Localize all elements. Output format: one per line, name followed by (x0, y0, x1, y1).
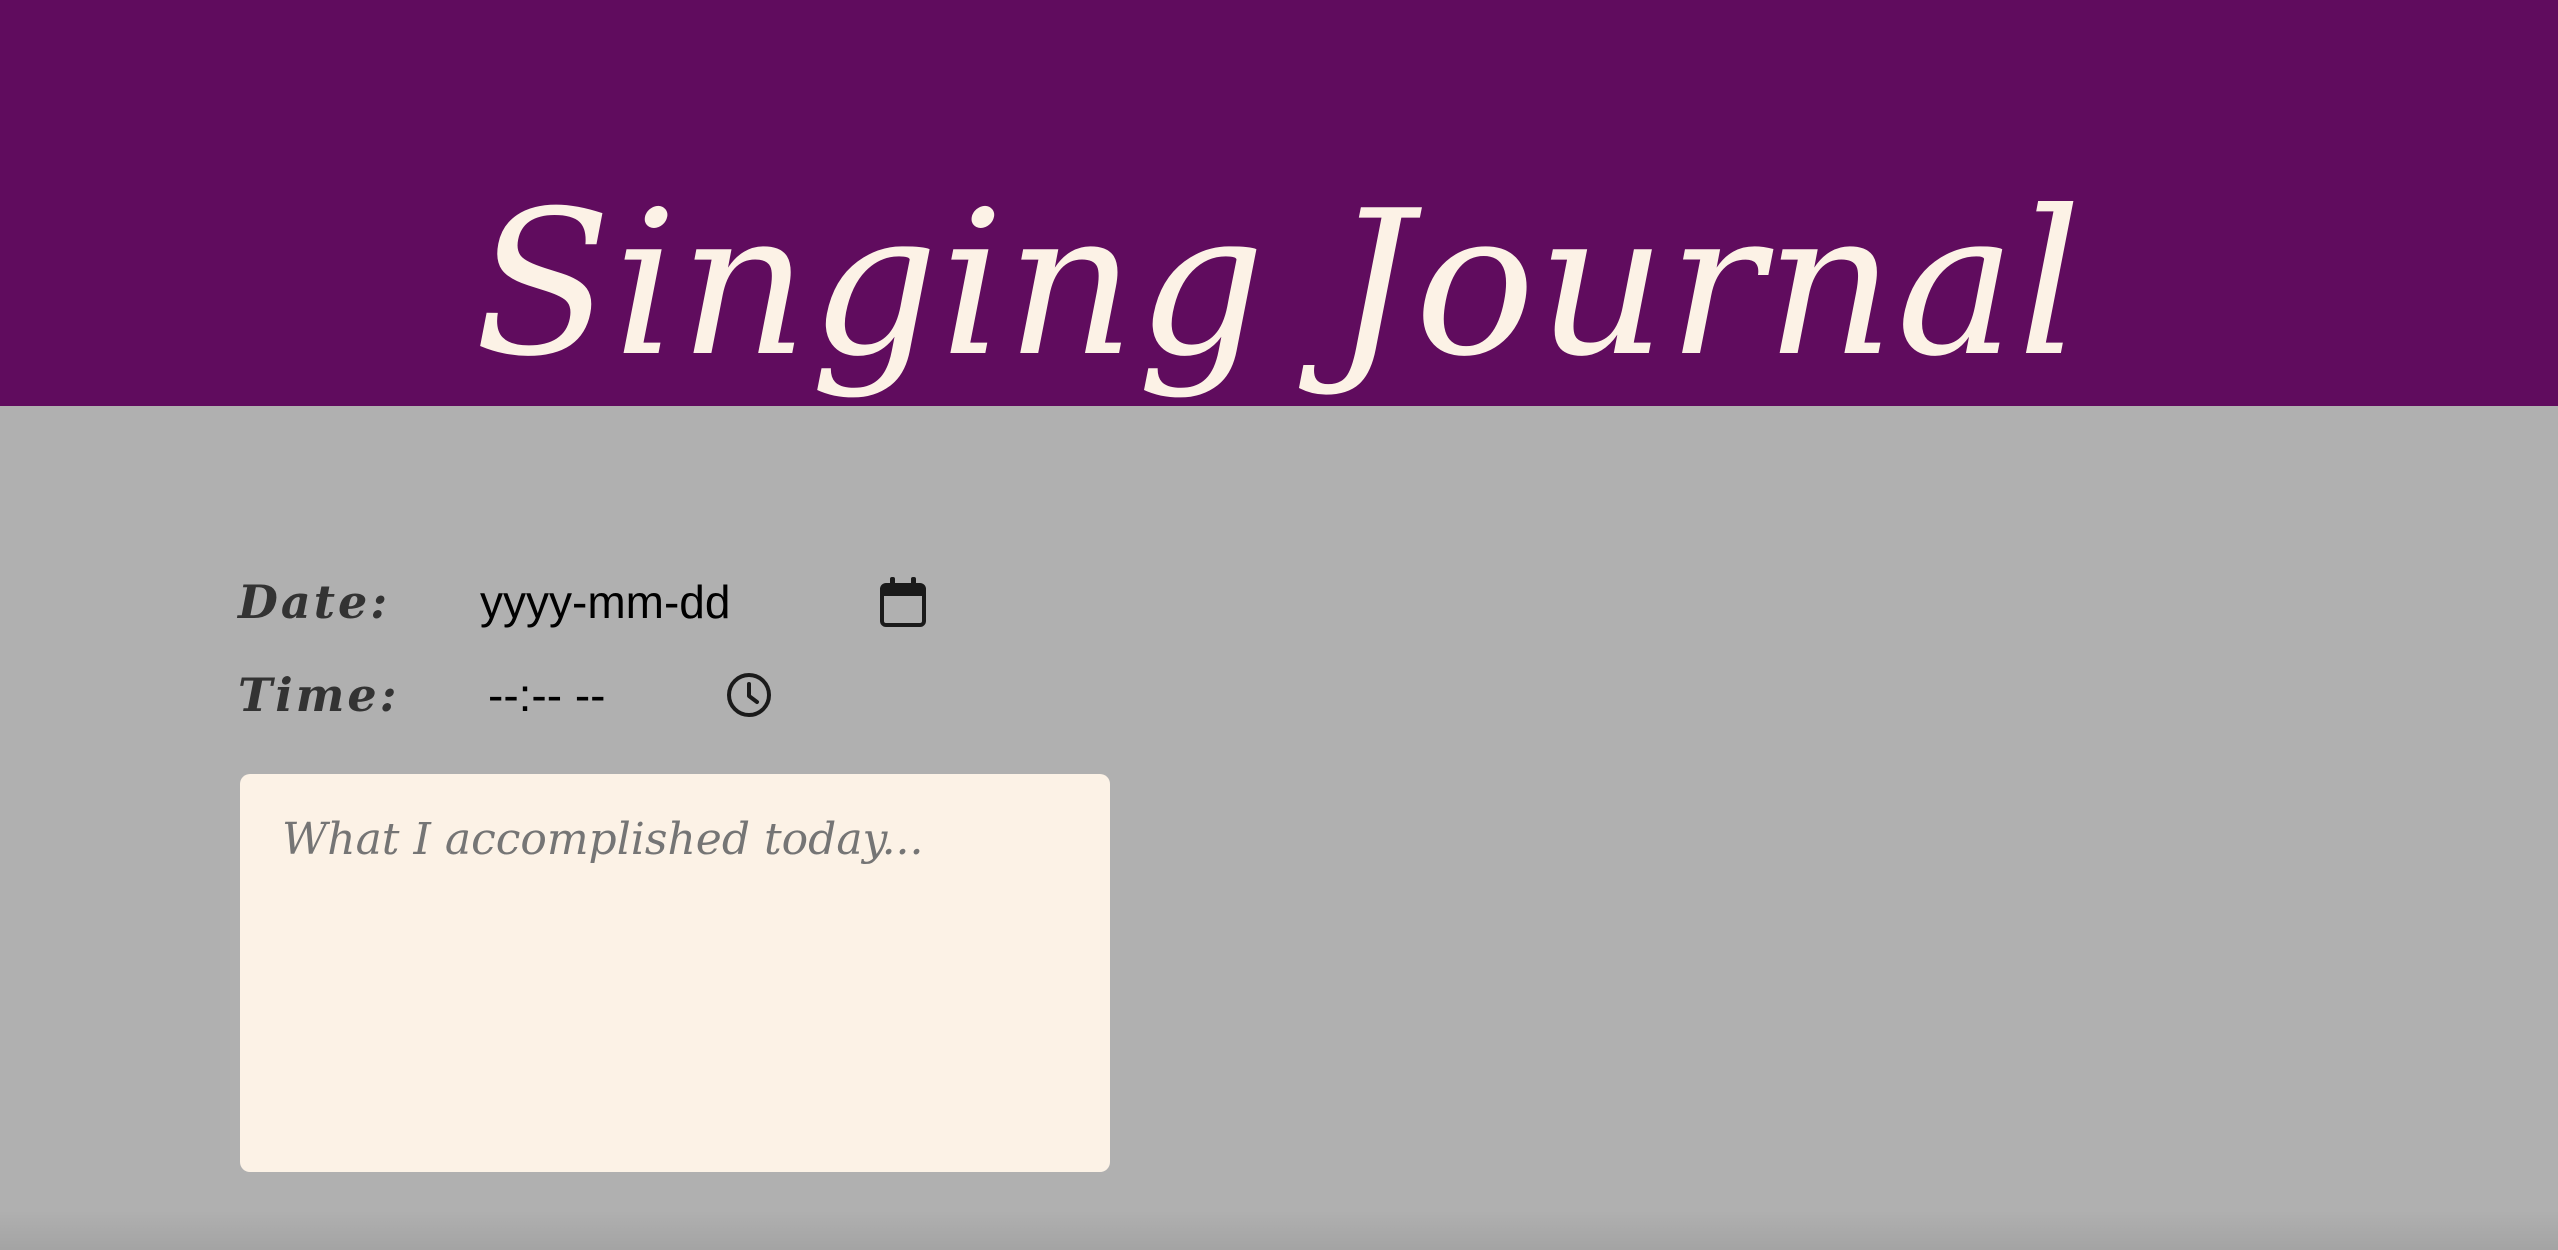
time-input[interactable]: --:-- -- (486, 668, 774, 722)
time-row: Time: --:-- -- (238, 655, 774, 735)
notes-textarea[interactable]: What I accomplished today... (240, 774, 1110, 1172)
clock-icon[interactable] (724, 668, 774, 722)
date-label: Date: (238, 575, 391, 629)
time-label: Time: (238, 668, 400, 722)
calendar-icon[interactable] (878, 575, 928, 629)
time-input-value[interactable]: --:-- -- (486, 668, 724, 722)
journal-page: Singing Journal Date: yyyy-mm-dd Time: -… (0, 0, 2558, 1250)
bottom-shadow (0, 1210, 2558, 1250)
date-row: Date: yyyy-mm-dd (238, 562, 928, 642)
app-title: Singing Journal (474, 168, 2084, 401)
notes-placeholder: What I accomplished today... (282, 814, 924, 865)
date-input-value[interactable]: yyyy-mm-dd (480, 575, 878, 629)
date-input[interactable]: yyyy-mm-dd (480, 575, 928, 629)
